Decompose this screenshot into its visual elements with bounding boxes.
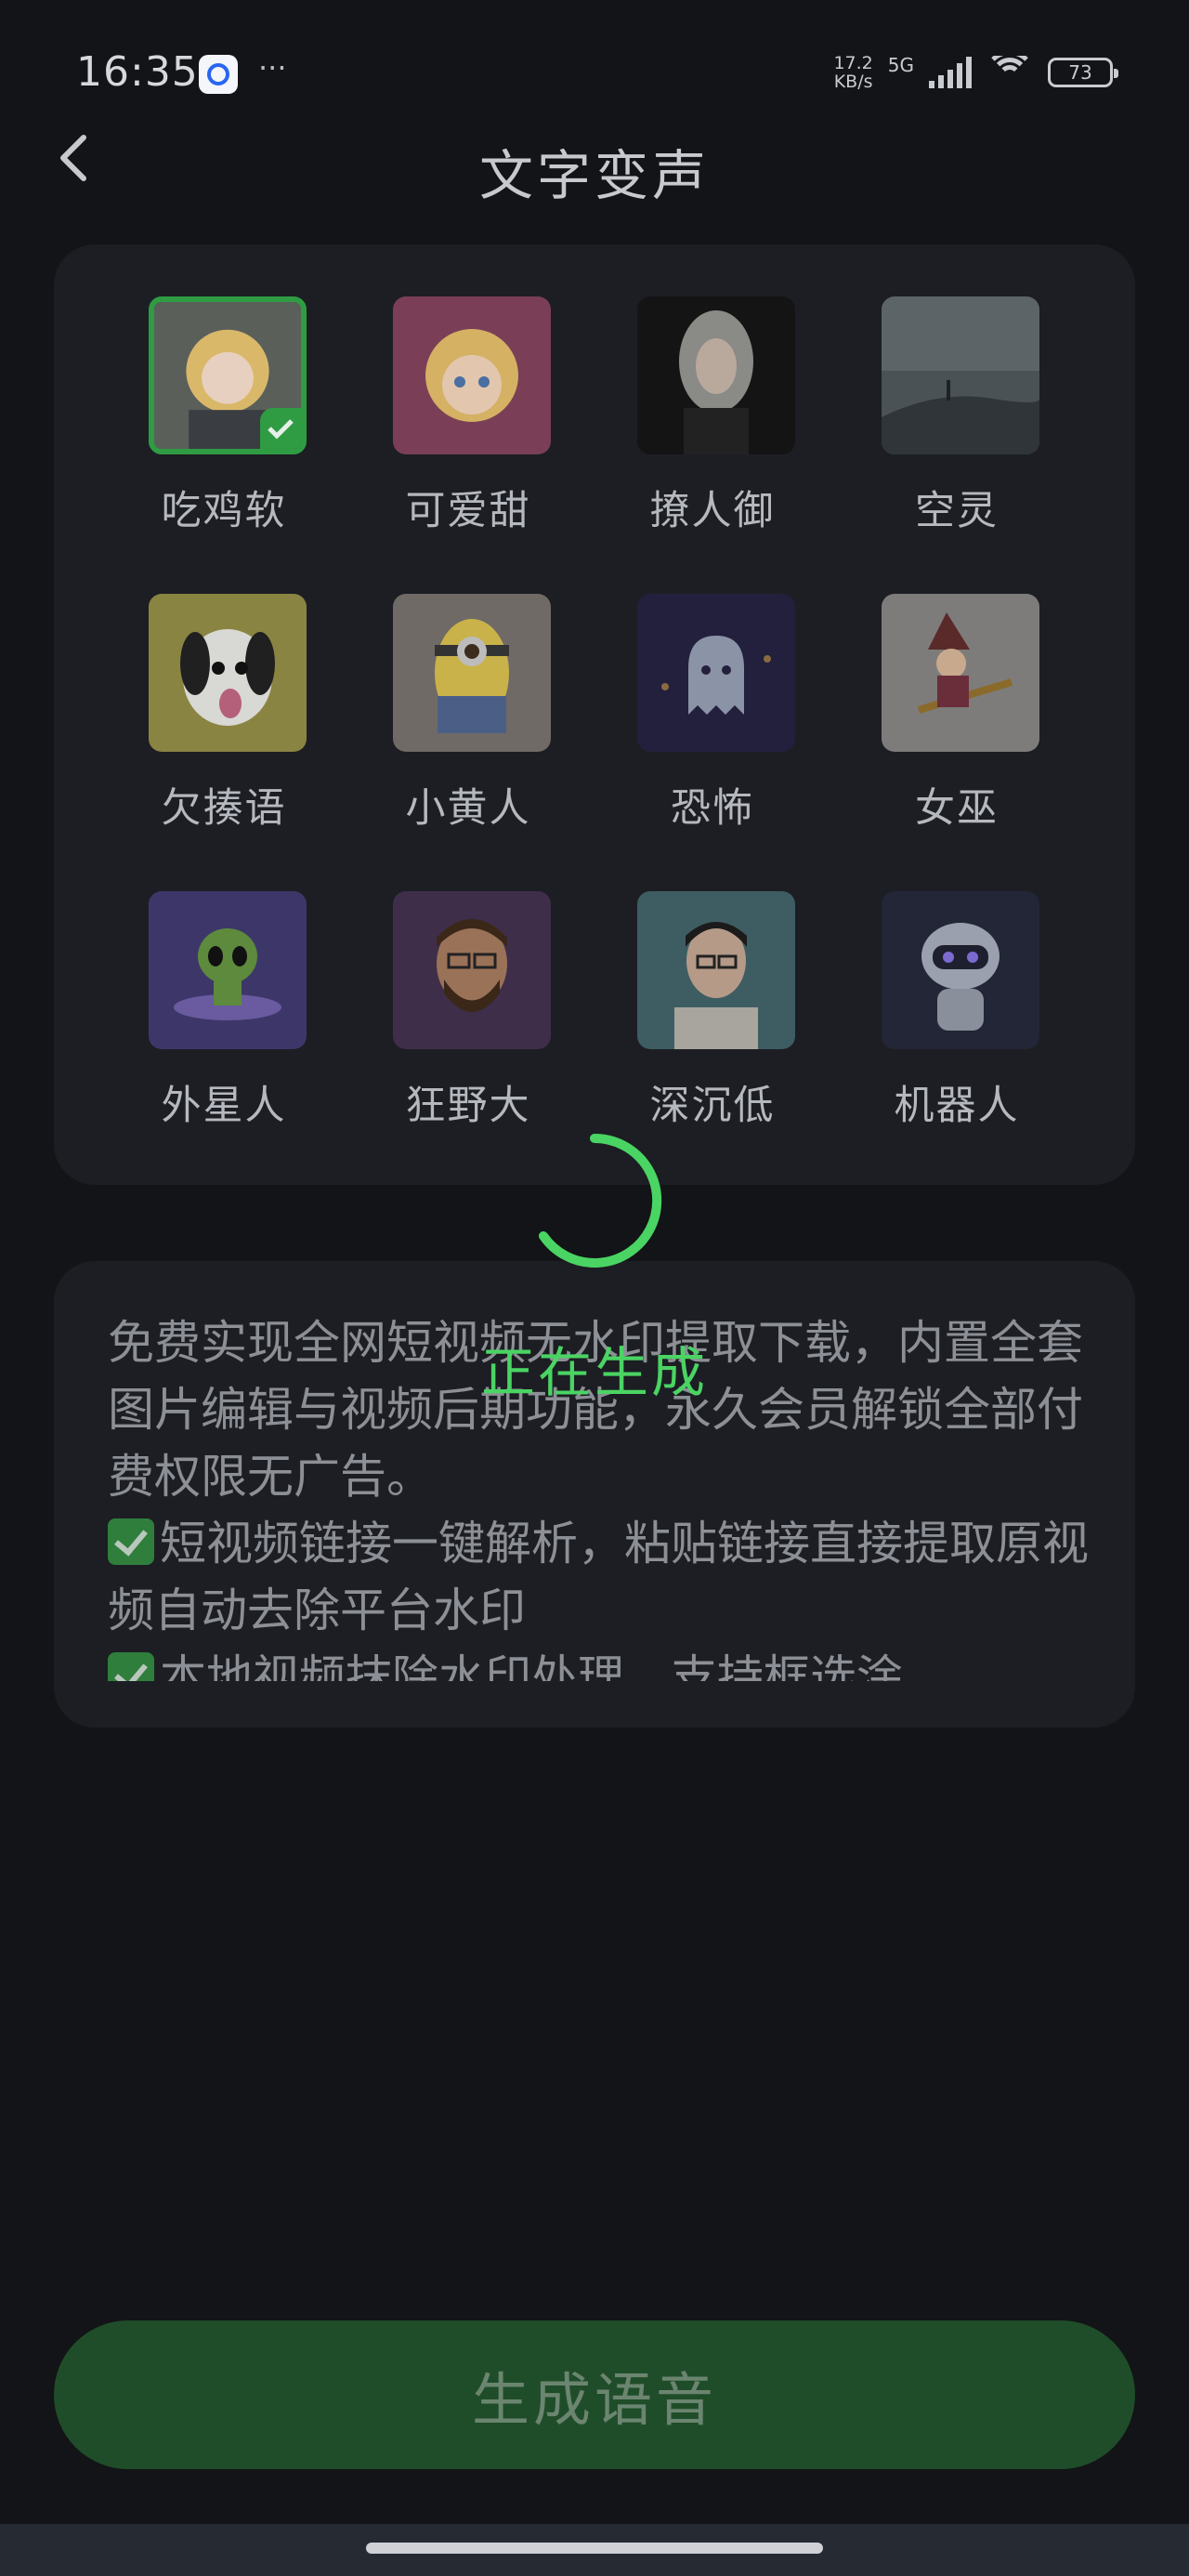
voice-grid: 吃鸡软 可爱甜 撩人御 空灵 欠揍语 小黄人 恐怖 女巫 外星人 狂野大 深沉低… xyxy=(54,244,1135,1185)
cute-baby-avatar xyxy=(393,296,551,454)
description-feature-1: 短视频链接一键解析，粘贴链接直接提取原视频自动去除平台水印 xyxy=(108,1510,1092,1644)
bearded-man-avatar xyxy=(393,891,551,1049)
voice-item-jiqiren[interactable]: 机器人 xyxy=(836,839,1059,1129)
network-speed-unit: KB/s xyxy=(833,72,873,92)
voice-label: 深沉低 xyxy=(649,1083,776,1129)
status-bar: 16:35 ··· 17.2 KB/s 5G 73 xyxy=(0,0,1189,121)
voice-item-kongling[interactable]: 空灵 xyxy=(836,244,1059,534)
status-time: 16:35 xyxy=(76,48,199,96)
system-nav-bar xyxy=(0,2524,1189,2576)
voice-item-waixingren[interactable]: 外星人 xyxy=(103,839,326,1129)
description-feature-2: 本地视频抹除水印处理，支持框选涂 xyxy=(108,1644,1092,1681)
ghost-avatar xyxy=(637,594,795,752)
minion-avatar xyxy=(393,594,551,752)
network-speed: 17.2 KB/s xyxy=(833,54,872,91)
check-mark-icon xyxy=(108,1518,154,1565)
woman-portrait-avatar xyxy=(637,296,795,454)
check-mark-icon xyxy=(108,1652,154,1681)
network-speed-value: 17.2 xyxy=(833,53,873,73)
voice-label: 欠揍语 xyxy=(161,785,287,832)
misty-lake-avatar xyxy=(882,296,1039,454)
status-right-group: 17.2 KB/s 5G 73 xyxy=(833,54,1118,91)
description-feature-text: 本地视频抹除水印处理，支持框选涂 xyxy=(160,1650,903,1681)
voice-label: 小黄人 xyxy=(405,785,531,832)
network-type: 5G xyxy=(887,54,914,76)
description-feature-text: 短视频链接一键解析，粘贴链接直接提取原视频自动去除平台水印 xyxy=(108,1517,1089,1637)
generate-voice-button[interactable]: 生成语音 xyxy=(54,2320,1135,2469)
voice-label: 外星人 xyxy=(161,1083,287,1129)
voice-label: 女巫 xyxy=(915,785,999,832)
header: 文字变声 xyxy=(0,112,1189,207)
alien-avatar xyxy=(149,891,307,1049)
voice-item-shenchendi[interactable]: 深沉低 xyxy=(592,839,815,1129)
voice-label: 空灵 xyxy=(915,488,999,534)
anime-girl-avatar xyxy=(149,296,307,454)
voice-item-liaorenyu[interactable]: 撩人御 xyxy=(592,244,815,534)
app-notification-icon xyxy=(199,55,238,94)
voice-item-qiancouyu[interactable]: 欠揍语 xyxy=(103,542,326,832)
voice-item-kongbu[interactable]: 恐怖 xyxy=(592,542,815,832)
page-title: 文字变声 xyxy=(478,144,710,207)
more-notifications-icon: ··· xyxy=(258,50,287,85)
selected-check-icon xyxy=(260,408,301,449)
voice-label: 恐怖 xyxy=(671,785,754,832)
home-indicator[interactable] xyxy=(366,2543,823,2554)
witch-avatar xyxy=(882,594,1039,752)
signal-icon xyxy=(929,57,972,88)
voice-label: 可爱甜 xyxy=(405,488,531,534)
voice-item-keaitian[interactable]: 可爱甜 xyxy=(347,244,570,534)
young-man-glasses-avatar xyxy=(637,891,795,1049)
battery-icon: 73 xyxy=(1048,58,1118,87)
voice-label: 吃鸡软 xyxy=(161,488,287,534)
robot-avatar xyxy=(882,891,1039,1049)
voice-label: 撩人御 xyxy=(649,488,776,534)
cartoon-dog-avatar xyxy=(149,594,307,752)
voice-label: 机器人 xyxy=(894,1083,1020,1129)
loading-spinner-icon xyxy=(539,1133,662,1268)
voice-item-nvwu[interactable]: 女巫 xyxy=(836,542,1059,832)
loading-text: 正在生成 xyxy=(480,1341,708,1404)
voice-item-xiaohuangren[interactable]: 小黄人 xyxy=(347,542,570,832)
voice-item-kuangyeda[interactable]: 狂野大 xyxy=(347,839,570,1129)
voice-item-chijiruan[interactable]: 吃鸡软 xyxy=(103,244,326,534)
voice-label: 狂野大 xyxy=(405,1083,531,1129)
wifi-icon xyxy=(986,56,1033,89)
battery-level: 73 xyxy=(1068,61,1092,84)
